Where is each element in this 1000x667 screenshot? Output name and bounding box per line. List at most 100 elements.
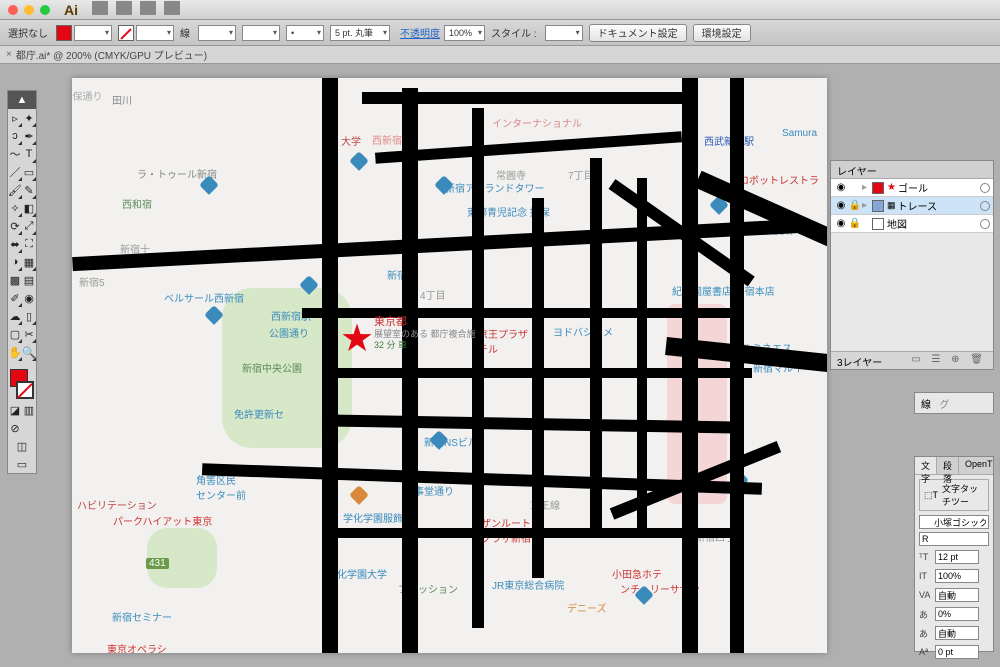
aki-input[interactable] bbox=[935, 626, 979, 640]
eraser-tool[interactable]: ◧ bbox=[22, 199, 36, 217]
road-trace bbox=[730, 78, 744, 653]
opacity-label[interactable]: 不透明度 bbox=[400, 25, 440, 40]
style-dropdown[interactable] bbox=[545, 25, 583, 41]
tools-panel: ▲ ▹ ✦ ɔ ✒ 〜 T ／ ▭ 🖌 ✎ ✧ ◧ ⟳ ⤢ ⬌ ⛶ ◑ ▦ ▩ … bbox=[7, 90, 37, 474]
hand-tool[interactable]: ✋ bbox=[8, 343, 22, 361]
kerning-input[interactable] bbox=[935, 588, 979, 602]
brush-dropdown[interactable]: • bbox=[286, 25, 324, 41]
symbol-spray-tool[interactable]: ☁ bbox=[8, 307, 22, 325]
map-label: 京王プラザ テル bbox=[478, 326, 528, 356]
visibility-icon[interactable]: ◉ bbox=[834, 182, 848, 193]
blend-tool[interactable]: ◉ bbox=[22, 289, 36, 307]
layer-name[interactable]: トレース bbox=[898, 198, 978, 213]
magic-wand-tool[interactable]: ✦ bbox=[22, 109, 36, 127]
style-label: スタイル : bbox=[491, 25, 537, 40]
curvature-tool[interactable]: 〜 bbox=[8, 145, 22, 163]
expand-icon[interactable]: ▸ bbox=[862, 200, 867, 211]
layer-row[interactable]: ◉ 🔒 ▸ 地図 bbox=[831, 215, 993, 233]
tracking-input[interactable] bbox=[935, 607, 979, 621]
gradient-mode-icon[interactable]: ▥ bbox=[22, 401, 36, 419]
minimize-window-icon[interactable] bbox=[24, 5, 34, 15]
mac-titlebar: Ai bbox=[0, 0, 1000, 20]
brush-tool[interactable]: 🖌 bbox=[8, 181, 22, 199]
gradient-tab[interactable]: グ bbox=[939, 400, 949, 411]
draw-mode-icon[interactable]: ◫ bbox=[8, 437, 36, 455]
stroke-tab[interactable]: 線 bbox=[921, 400, 931, 411]
rect-tool[interactable]: ▭ bbox=[22, 163, 36, 181]
map-label: 大学 bbox=[341, 133, 361, 148]
lasso-tool[interactable]: ɔ bbox=[8, 127, 22, 145]
fill-stroke-indicator[interactable] bbox=[8, 367, 36, 401]
fill-swatch[interactable] bbox=[56, 25, 72, 41]
eyedropper-tool[interactable]: ✐ bbox=[8, 289, 22, 307]
target-icon[interactable] bbox=[980, 183, 990, 193]
pen-tool[interactable]: ✒ bbox=[22, 127, 36, 145]
width-tool[interactable]: ⬌ bbox=[8, 235, 22, 253]
layer-panel-buttons[interactable]: ▭ ☰ ⊕ 🗑 bbox=[911, 354, 987, 367]
none-mode-icon[interactable]: ⊘ bbox=[8, 419, 22, 437]
visibility-icon[interactable]: ◉ bbox=[834, 200, 848, 211]
layer-name[interactable]: 地図 bbox=[887, 216, 978, 231]
brush-def-dropdown[interactable]: 5 pt. 丸筆 bbox=[330, 25, 390, 41]
layer-row[interactable]: ◉ 🔒 ▸ ▦ トレース bbox=[831, 197, 993, 215]
road-trace bbox=[362, 92, 682, 104]
slice-tool[interactable]: ✂ bbox=[22, 325, 36, 343]
shape-builder-tool[interactable]: ◑ bbox=[8, 253, 22, 271]
lock-icon[interactable]: 🔒 bbox=[848, 200, 862, 211]
stroke-box[interactable] bbox=[16, 381, 34, 399]
fill-dropdown[interactable] bbox=[74, 25, 112, 41]
leading-input[interactable] bbox=[935, 569, 979, 583]
tab-opentype[interactable]: OpenT bbox=[959, 457, 1000, 474]
font-style-input[interactable] bbox=[919, 532, 989, 546]
lock-icon[interactable]: 🔒 bbox=[848, 218, 862, 229]
opacity-input[interactable]: 100% bbox=[444, 25, 485, 41]
mesh-tool[interactable]: ▩ bbox=[8, 271, 22, 289]
color-mode-icon[interactable]: ◪ bbox=[8, 401, 22, 419]
gradient-tool[interactable]: ▤ bbox=[22, 271, 36, 289]
expand-icon[interactable]: ▸ bbox=[862, 182, 867, 193]
map-background: 田川 ラ・トゥール新宿 西和宿 インターナショナル 西新宿 大学 新宿アイランド… bbox=[72, 78, 827, 653]
type-tool[interactable]: T bbox=[22, 145, 36, 163]
perspective-tool[interactable]: ▦ bbox=[22, 253, 36, 271]
graph-tool[interactable]: ▯ bbox=[22, 307, 36, 325]
layers-list: ◉ ▸ ★ ゴール ◉ 🔒 ▸ ▦ トレース ◉ 🔒 ▸ 地図 bbox=[831, 179, 993, 233]
char-panel-tabs: 文字 段落 OpenT bbox=[915, 457, 993, 475]
target-icon[interactable] bbox=[980, 201, 990, 211]
free-transform-tool[interactable]: ⛶ bbox=[22, 235, 36, 253]
workspace-icons[interactable] bbox=[92, 1, 188, 18]
touch-type-icon: ⬚T bbox=[924, 490, 938, 501]
doc-setup-button[interactable]: ドキュメント設定 bbox=[589, 24, 687, 42]
close-window-icon[interactable] bbox=[8, 5, 18, 15]
shaper-tool[interactable]: ✧ bbox=[8, 199, 22, 217]
font-size-input[interactable] bbox=[935, 550, 979, 564]
line-tool[interactable]: ／ bbox=[8, 163, 22, 181]
layer-row[interactable]: ◉ ▸ ★ ゴール bbox=[831, 179, 993, 197]
stroke-profile-dropdown[interactable] bbox=[242, 25, 280, 41]
stroke-panel[interactable]: 線 グ bbox=[914, 392, 994, 414]
prefs-button[interactable]: 環境設定 bbox=[693, 24, 751, 42]
artboard-canvas[interactable]: 田川 ラ・トゥール新宿 西和宿 インターナショナル 西新宿 大学 新宿アイランド… bbox=[72, 78, 827, 653]
tab-close-icon[interactable]: × bbox=[6, 49, 12, 60]
zoom-window-icon[interactable] bbox=[40, 5, 50, 15]
stroke-weight-dropdown[interactable] bbox=[198, 25, 236, 41]
target-icon[interactable] bbox=[980, 219, 990, 229]
visibility-icon[interactable]: ◉ bbox=[834, 218, 848, 229]
direct-select-tool[interactable]: ▹ bbox=[8, 109, 22, 127]
stroke-dropdown[interactable] bbox=[136, 25, 174, 41]
screen-mode-icon[interactable]: ▭ bbox=[8, 455, 36, 473]
baseline-input[interactable] bbox=[935, 645, 979, 659]
layer-name[interactable]: ゴール bbox=[898, 180, 978, 195]
font-search-input[interactable] bbox=[919, 515, 989, 529]
tab-paragraph[interactable]: 段落 bbox=[937, 457, 959, 474]
zoom-tool[interactable]: 🔍 bbox=[22, 343, 36, 361]
pencil-tool[interactable]: ✎ bbox=[22, 181, 36, 199]
artboard-tool[interactable]: ▢ bbox=[8, 325, 22, 343]
stroke-swatch[interactable] bbox=[118, 25, 134, 41]
selection-tool[interactable]: ▲ bbox=[8, 91, 36, 109]
map-label: 新宿セミナー bbox=[112, 609, 172, 624]
document-tab-title[interactable]: 都庁.ai* @ 200% (CMYK/GPU プレビュー) bbox=[16, 47, 207, 62]
layers-panel-header[interactable]: レイヤー bbox=[831, 161, 993, 179]
rotate-tool[interactable]: ⟳ bbox=[8, 217, 22, 235]
scale-tool[interactable]: ⤢ bbox=[22, 217, 36, 235]
tab-character[interactable]: 文字 bbox=[915, 457, 937, 474]
